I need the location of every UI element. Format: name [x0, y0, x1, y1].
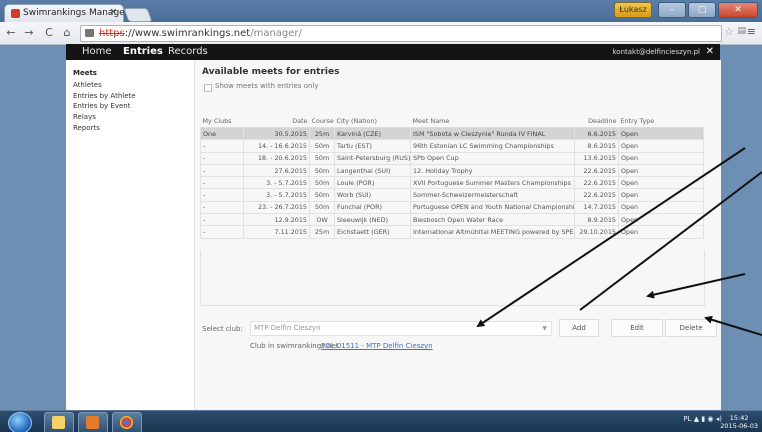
- screenshot-root: Swimrankings Manager × Łukasz – □ ✕ ← → …: [0, 0, 762, 432]
- taskbar-explorer-button[interactable]: [44, 412, 74, 432]
- arrow-to-delete-button: [704, 315, 762, 336]
- folder-icon: [52, 416, 65, 429]
- clock-date: 2015-06-03: [720, 422, 758, 430]
- language-indicator[interactable]: PL: [683, 415, 691, 423]
- media-player-icon: [86, 416, 99, 429]
- windows-taskbar: PL ▲ ▮ ◉ ◂) 15:42 2015-06-03: [0, 410, 762, 432]
- clock[interactable]: 15:42 2015-06-03: [720, 414, 758, 430]
- annotation-arrows: [476, 147, 762, 336]
- arrow-to-edit-button: [646, 273, 746, 299]
- chrome-icon: [120, 416, 133, 429]
- taskbar-media-button[interactable]: [78, 412, 108, 432]
- arrow-to-club-link: [476, 147, 746, 328]
- system-tray[interactable]: PL ▲ ▮ ◉ ◂): [683, 415, 722, 423]
- start-button[interactable]: [8, 412, 32, 432]
- clock-time: 15:42: [729, 414, 749, 422]
- taskbar-chrome-button[interactable]: [112, 412, 142, 432]
